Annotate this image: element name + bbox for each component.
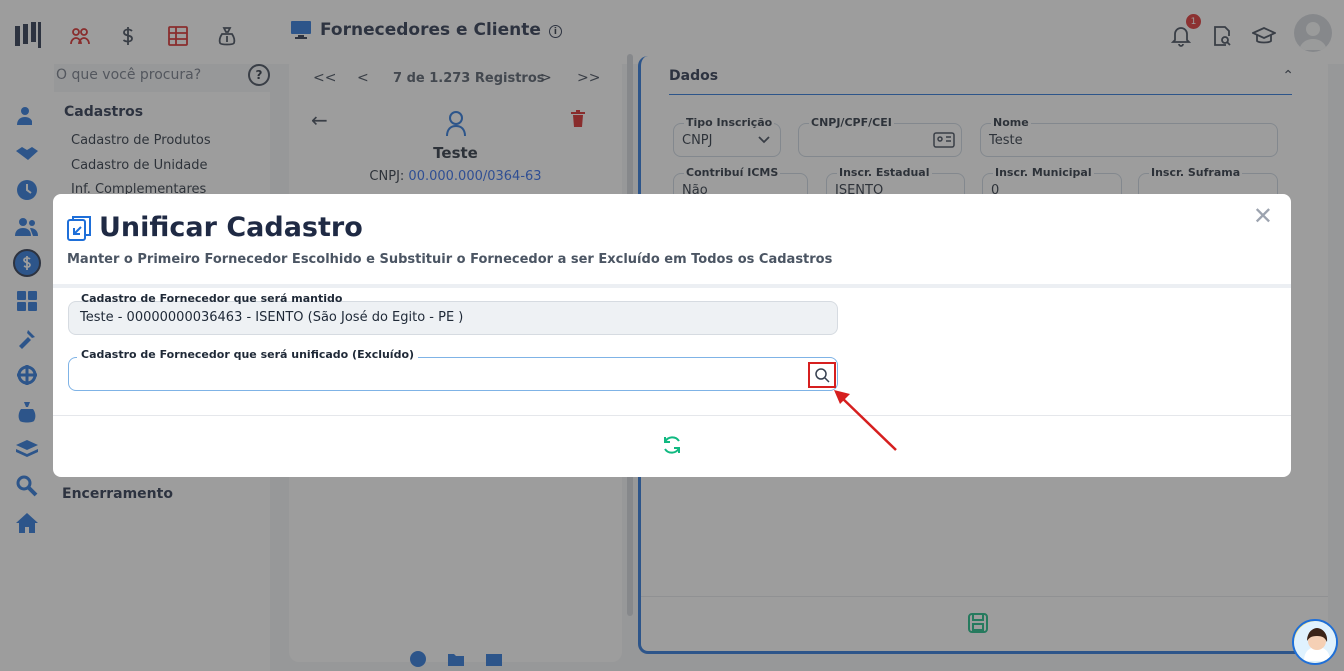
- modal-title-text: Unificar Cadastro: [99, 212, 363, 243]
- search-button[interactable]: [808, 362, 836, 388]
- field-label: Cadastro de Fornecedor que será unificad…: [77, 348, 419, 361]
- annotation-arrow: [834, 390, 897, 451]
- refresh-icon[interactable]: [661, 434, 683, 456]
- unify-modal: Unificar Cadastro Manter o Primeiro Forn…: [53, 194, 1291, 477]
- modal-title: Unificar Cadastro: [67, 212, 363, 243]
- search-icon: [815, 368, 830, 383]
- modal-footer-divider: [53, 415, 1291, 416]
- assistant-avatar[interactable]: [1292, 619, 1338, 665]
- modal-subtitle: Manter o Primeiro Fornecedor Escolhido e…: [67, 252, 833, 267]
- field-value: Teste - 00000000036463 - ISENTO (São Jos…: [80, 310, 464, 325]
- merge-supplier-field[interactable]: Cadastro de Fornecedor que será unificad…: [68, 348, 838, 391]
- merge-icon: [67, 215, 91, 241]
- kept-supplier-field: Cadastro de Fornecedor que será mantido …: [68, 292, 838, 335]
- app: Fornecedores e Cliente i 1 O que você pr…: [0, 0, 1344, 671]
- field-label: Cadastro de Fornecedor que será mantido: [81, 292, 343, 305]
- close-icon[interactable]: ✕: [1253, 202, 1273, 230]
- modal-divider: [53, 284, 1291, 288]
